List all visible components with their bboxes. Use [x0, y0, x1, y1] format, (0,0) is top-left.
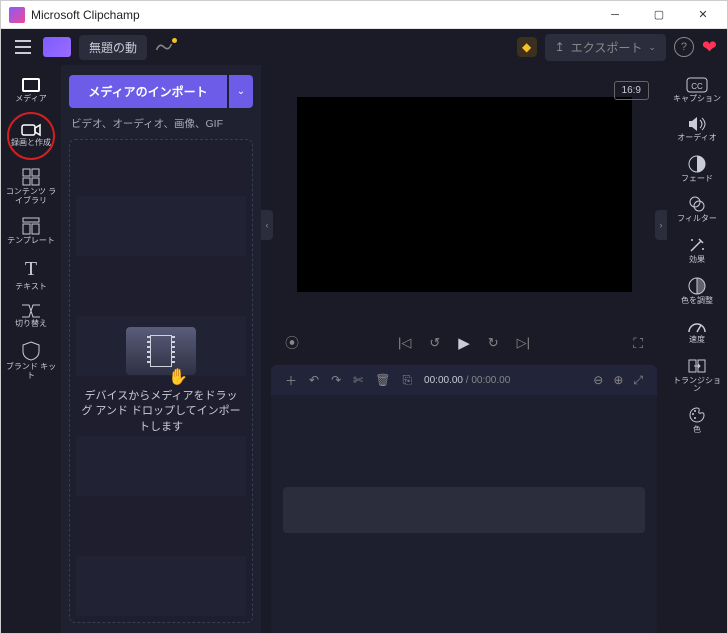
hamburger-menu-icon[interactable] — [11, 35, 35, 59]
right-rail: CC キャプション オーディオ フェード フィルター 効果 — [667, 65, 727, 633]
media-drop-zone[interactable]: ✋ デバイスからメディアをドラッグ アンド ドロップしてインポートします — [69, 139, 253, 623]
help-button[interactable]: ? — [674, 37, 694, 57]
clipchamp-logo-icon[interactable] — [43, 37, 71, 57]
rail-item-media[interactable]: メディア — [4, 71, 58, 110]
topbar: 無題の動 ◆ ↥ エクスポート ⌄ ? ❤ — [1, 29, 727, 65]
drop-zone-text: デバイスからメディアをドラッグ アンド ドロップしてインポートします — [80, 389, 242, 435]
rail-item-speed[interactable]: 速度 — [670, 312, 724, 351]
rail-item-text[interactable]: T テキスト — [4, 252, 58, 298]
import-media-button[interactable]: メディアのインポート — [69, 75, 227, 108]
rail-item-content-library[interactable]: コンテンツ ライブラリ — [4, 162, 58, 212]
current-time: 00:00.00 — [424, 375, 463, 386]
app-window: Microsoft Clipchamp ─ ▢ ✕ 無題の動 ◆ ↥ エクスポー… — [0, 0, 728, 634]
brand-icon — [22, 341, 40, 361]
total-time: 00:00.00 — [471, 375, 510, 386]
aspect-ratio-badge[interactable]: 16:9 — [614, 81, 649, 100]
premium-badge-icon[interactable]: ◆ — [517, 37, 537, 57]
export-label: エクスポート — [571, 39, 643, 56]
step-forward-icon[interactable]: ↻ — [488, 335, 499, 351]
transition-right-icon — [688, 357, 706, 375]
media-panel: メディアのインポート ⌄ ビデオ、オーディオ、画像、GIF ✋ デバイスからメデ… — [61, 65, 261, 633]
media-types-hint: ビデオ、オーディオ、画像、GIF — [69, 116, 253, 131]
filmstrip-icon — [150, 335, 172, 367]
speaker-icon — [688, 116, 706, 132]
add-icon[interactable]: ＋ — [285, 372, 297, 389]
template-icon — [22, 217, 40, 235]
app-icon — [9, 7, 25, 23]
zoom-fit-icon[interactable]: ⤢ — [633, 373, 643, 388]
main-area: メディア 録画と作成 コンテンツ ライブラリ — [1, 65, 727, 633]
zoom-out-icon[interactable]: ⊖ — [593, 373, 603, 388]
rail-item-transition[interactable]: トランジション — [670, 351, 724, 401]
transport-controls: ⦿ |◁ ↺ ▶ ↻ ▷| ⛶ — [261, 325, 667, 361]
export-button[interactable]: ↥ エクスポート ⌄ — [545, 34, 666, 61]
empty-track-row[interactable] — [283, 487, 645, 533]
rail-item-captions[interactable]: CC キャプション — [670, 71, 724, 110]
filter-icon — [688, 195, 706, 213]
hand-icon: ✋ — [168, 367, 188, 387]
split-icon[interactable]: ⎘ — [402, 373, 412, 388]
library-icon — [22, 168, 40, 186]
minimize-button[interactable]: ─ — [593, 1, 637, 29]
step-back-icon[interactable]: ↺ — [429, 335, 440, 351]
rail-item-adjust-colors[interactable]: 色を調整 — [670, 271, 724, 312]
rail-item-transitions[interactable]: 切り替え — [4, 298, 58, 335]
text-icon: T — [25, 258, 37, 281]
rail-item-brand-kit[interactable]: ブランド キット — [4, 335, 58, 387]
titlebar[interactable]: Microsoft Clipchamp ─ ▢ ✕ — [1, 1, 727, 29]
left-rail: メディア 録画と作成 コンテンツ ライブラリ — [1, 65, 61, 633]
redo-icon[interactable]: ↷ — [331, 373, 341, 387]
adjust-color-icon — [688, 277, 706, 295]
timecode: 00:00.00 / 00:00.00 — [424, 375, 510, 386]
rail-item-effects[interactable]: 効果 — [670, 230, 724, 271]
preview-canvas[interactable] — [297, 97, 632, 292]
transition-icon — [21, 304, 41, 318]
ai-icon[interactable] — [155, 40, 173, 54]
undo-icon[interactable]: ↶ — [309, 373, 319, 387]
close-button[interactable]: ✕ — [681, 1, 725, 29]
timeline-toolbar: ＋ ↶ ↷ ✄ 🗑 ⎘ 00:00.00 / 00:00.00 ⊖ ⊕ ⤢ — [271, 365, 657, 395]
import-dropdown-button[interactable]: ⌄ — [229, 75, 253, 108]
center-area: ‹ 16:9 › ⦿ |◁ ↺ ▶ ↻ ▷| ⛶ ＋ ↶ ↷ — [261, 65, 667, 633]
collapse-left-button[interactable]: ‹ — [261, 210, 273, 240]
fade-icon — [688, 155, 706, 173]
effects-icon — [688, 236, 706, 254]
maximize-button[interactable]: ▢ — [637, 1, 681, 29]
zoom-in-icon[interactable]: ⊕ — [613, 373, 623, 388]
window-controls: ─ ▢ ✕ — [593, 1, 725, 29]
preview-section: ‹ 16:9 › — [261, 65, 667, 325]
rail-item-color[interactable]: 色 — [670, 400, 724, 441]
svg-text:CC: CC — [691, 82, 703, 91]
heart-icon[interactable]: ❤ — [702, 37, 717, 58]
palette-icon — [688, 406, 706, 424]
app-body: 無題の動 ◆ ↥ エクスポート ⌄ ? ❤ メディア — [1, 29, 727, 633]
rail-item-record-create[interactable]: 録画と作成 — [7, 112, 55, 160]
chevron-down-icon: ⌄ — [648, 42, 656, 53]
play-button[interactable]: ▶ — [458, 334, 470, 352]
cut-icon[interactable]: ✄ — [353, 373, 363, 387]
rail-item-templates[interactable]: テンプレート — [4, 211, 58, 252]
speed-icon — [687, 318, 707, 334]
rail-item-audio[interactable]: オーディオ — [670, 110, 724, 149]
collapse-right-button[interactable]: › — [655, 210, 667, 240]
window-title: Microsoft Clipchamp — [31, 8, 593, 22]
drop-illustration: ✋ — [126, 327, 196, 375]
timeline-tracks[interactable] — [271, 395, 657, 633]
camera-icon — [21, 123, 41, 137]
skip-end-icon[interactable]: ▷| — [517, 335, 530, 351]
import-row: メディアのインポート ⌄ — [69, 75, 253, 108]
rail-item-filters[interactable]: フィルター — [670, 189, 724, 230]
rail-item-fade[interactable]: フェード — [670, 149, 724, 190]
project-name-field[interactable]: 無題の動 — [79, 35, 147, 60]
crop-icon[interactable]: ⦿ — [285, 333, 299, 353]
fullscreen-icon[interactable]: ⛶ — [633, 335, 643, 352]
upload-icon: ↥ — [555, 40, 565, 54]
media-icon — [21, 77, 41, 93]
skip-start-icon[interactable]: |◁ — [398, 335, 411, 351]
delete-icon[interactable]: 🗑 — [375, 373, 390, 387]
cc-icon: CC — [686, 77, 708, 93]
